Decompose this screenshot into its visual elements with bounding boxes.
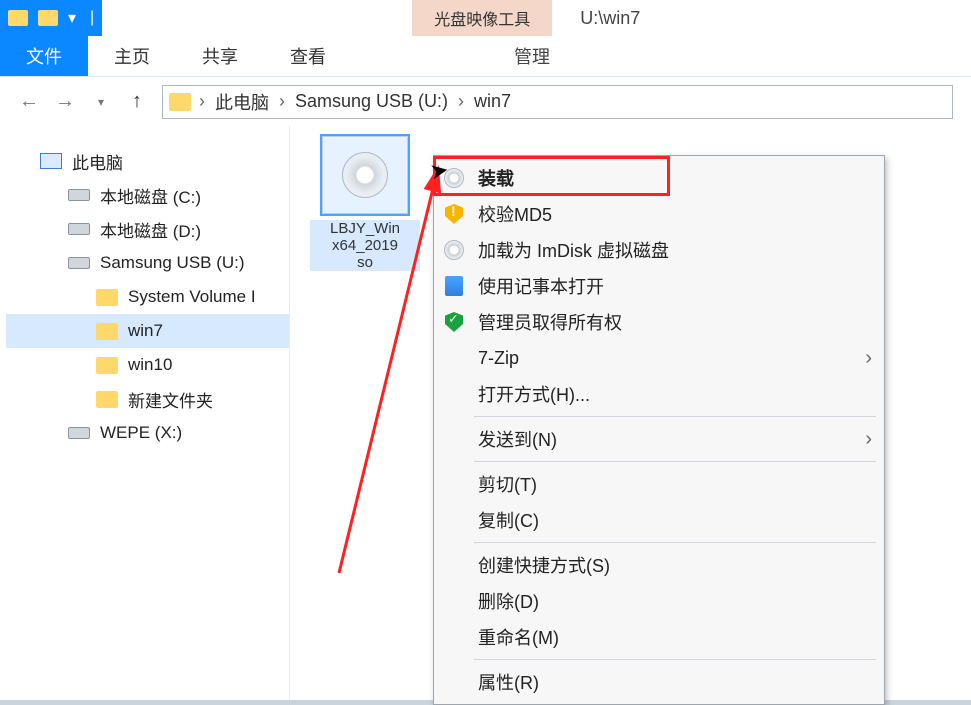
tree-this-pc[interactable]: 此电脑	[6, 144, 289, 178]
context-menu-separator	[474, 542, 876, 543]
context-menu-label: 管理员取得所有权	[478, 309, 872, 335]
tab-view[interactable]: 查看	[264, 36, 352, 76]
context-menu-item[interactable]: 剪切(T)	[434, 466, 884, 502]
context-menu-label: 复制(C)	[478, 507, 872, 533]
notepad-icon	[442, 274, 466, 298]
iso-file-icon	[322, 136, 408, 214]
nav-history-dropdown[interactable]: ▾	[90, 95, 112, 109]
tree-label: 此电脑	[72, 149, 123, 174]
context-menu-item[interactable]: 属性(R)	[434, 664, 884, 700]
tree-label: 新建文件夹	[128, 387, 213, 412]
tree-label: WEPE (X:)	[100, 423, 182, 443]
context-menu-item[interactable]: 发送到(N) ›	[434, 421, 884, 457]
qat-overflow-icon[interactable]: ▾	[68, 8, 76, 28]
nav-forward-button: →	[54, 90, 76, 113]
context-menu-label: 加载为 ImDisk 虚拟磁盘	[478, 237, 872, 263]
breadcrumb-sep: ›	[279, 91, 285, 112]
context-menu-label: 装载	[478, 165, 872, 191]
disc-icon	[442, 238, 466, 262]
address-bar[interactable]: › 此电脑 › Samsung USB (U:) › win7	[162, 85, 953, 119]
context-menu-label: 校验MD5	[478, 201, 872, 227]
context-menu-item[interactable]: 重命名(M)	[434, 619, 884, 655]
computer-icon	[40, 153, 62, 169]
address-folder-icon	[169, 93, 191, 111]
qat-icon-2[interactable]	[38, 10, 58, 26]
tree-label: System Volume I	[128, 287, 256, 307]
context-menu-label: 发送到(N)	[478, 426, 853, 452]
quick-access-toolbar: ▾ |	[0, 0, 102, 36]
tree-drive-c[interactable]: 本地磁盘 (C:)	[6, 178, 289, 212]
drive-icon	[68, 189, 90, 201]
contextual-tab-group: 光盘映像工具	[412, 0, 552, 36]
context-menu-label: 删除(D)	[478, 588, 872, 614]
folder-icon	[96, 391, 118, 408]
context-menu-label: 使用记事本打开	[478, 273, 872, 299]
context-menu-separator	[474, 416, 876, 417]
breadcrumb-0[interactable]: 此电脑	[213, 89, 271, 115]
folder-icon	[96, 357, 118, 374]
context-menu-item[interactable]: 使用记事本打开	[434, 268, 884, 304]
context-menu-item[interactable]: 创建快捷方式(S)	[434, 547, 884, 583]
tree-drive-u[interactable]: Samsung USB (U:)	[6, 246, 289, 280]
shield-check-icon	[442, 310, 466, 334]
tree-drive-d[interactable]: 本地磁盘 (D:)	[6, 212, 289, 246]
shield-warning-icon	[442, 202, 466, 226]
nav-up-button[interactable]: ↑	[126, 90, 148, 113]
drive-icon	[68, 257, 90, 269]
tree-folder-new[interactable]: 新建文件夹	[6, 382, 289, 416]
context-menu-label: 剪切(T)	[478, 471, 872, 497]
context-menu-label: 重命名(M)	[478, 624, 872, 650]
qat-icon-1[interactable]	[8, 10, 28, 26]
tree-label: 本地磁盘 (C:)	[100, 183, 201, 208]
tab-manage[interactable]: 管理	[488, 36, 576, 76]
context-menu-item[interactable]: 校验MD5	[434, 196, 884, 232]
breadcrumb-sep: ›	[199, 91, 205, 112]
tree-label: 本地磁盘 (D:)	[100, 217, 201, 242]
tree-folder-win10[interactable]: win10	[6, 348, 289, 382]
context-menu-label: 7-Zip	[478, 348, 853, 369]
context-menu-item[interactable]: 管理员取得所有权	[434, 304, 884, 340]
context-menu-separator	[474, 659, 876, 660]
title-bar: ▾ | 光盘映像工具 U:\win7	[0, 0, 971, 36]
drive-icon	[68, 223, 90, 235]
context-menu-label: 属性(R)	[478, 669, 872, 695]
nav-back-button[interactable]: ←	[18, 90, 40, 113]
navigation-tree[interactable]: 此电脑 本地磁盘 (C:) 本地磁盘 (D:) Samsung USB (U:)…	[0, 126, 290, 700]
context-menu-item[interactable]: 7-Zip ›	[434, 340, 884, 376]
context-menu-item[interactable]: 复制(C)	[434, 502, 884, 538]
ribbon-tabs: 文件 主页 共享 查看 管理	[0, 36, 971, 76]
tree-folder-win7[interactable]: win7	[6, 314, 289, 348]
folder-icon	[96, 323, 118, 340]
tab-home[interactable]: 主页	[88, 36, 176, 76]
context-menu: 装载校验MD5 加载为 ImDisk 虚拟磁盘使用记事本打开管理员取得所有权 7-Z…	[433, 155, 885, 705]
breadcrumb-1[interactable]: Samsung USB (U:)	[293, 91, 450, 112]
tree-label: Samsung USB (U:)	[100, 253, 245, 273]
qat-divider: |	[86, 9, 94, 27]
disc-icon	[442, 166, 466, 190]
context-menu-separator	[474, 461, 876, 462]
chevron-right-icon: ›	[865, 347, 872, 370]
tab-share[interactable]: 共享	[176, 36, 264, 76]
context-menu-item[interactable]: 装载	[434, 160, 884, 196]
context-menu-item[interactable]: 删除(D)	[434, 583, 884, 619]
context-menu-item[interactable]: 加载为 ImDisk 虚拟磁盘	[434, 232, 884, 268]
tree-drive-x[interactable]: WEPE (X:)	[6, 416, 289, 450]
breadcrumb-2[interactable]: win7	[472, 91, 513, 112]
tree-label: win10	[128, 355, 172, 375]
disc-icon	[342, 152, 388, 198]
file-item-iso[interactable]: LBJY_Win x64_2019 so	[310, 136, 420, 271]
tab-file[interactable]: 文件	[0, 36, 88, 76]
window-title: U:\win7	[552, 0, 640, 36]
tree-label: win7	[128, 321, 163, 341]
drive-icon	[68, 427, 90, 439]
context-menu-label: 创建快捷方式(S)	[478, 552, 872, 578]
context-menu-label: 打开方式(H)...	[478, 381, 872, 407]
chevron-right-icon: ›	[865, 428, 872, 451]
navigation-bar: ← → ▾ ↑ › 此电脑 › Samsung USB (U:) › win7	[0, 76, 971, 126]
context-menu-item[interactable]: 打开方式(H)...	[434, 376, 884, 412]
breadcrumb-sep: ›	[458, 91, 464, 112]
folder-icon	[96, 289, 118, 306]
file-name: LBJY_Win x64_2019 so	[310, 220, 420, 271]
tree-folder-svi[interactable]: System Volume I	[6, 280, 289, 314]
